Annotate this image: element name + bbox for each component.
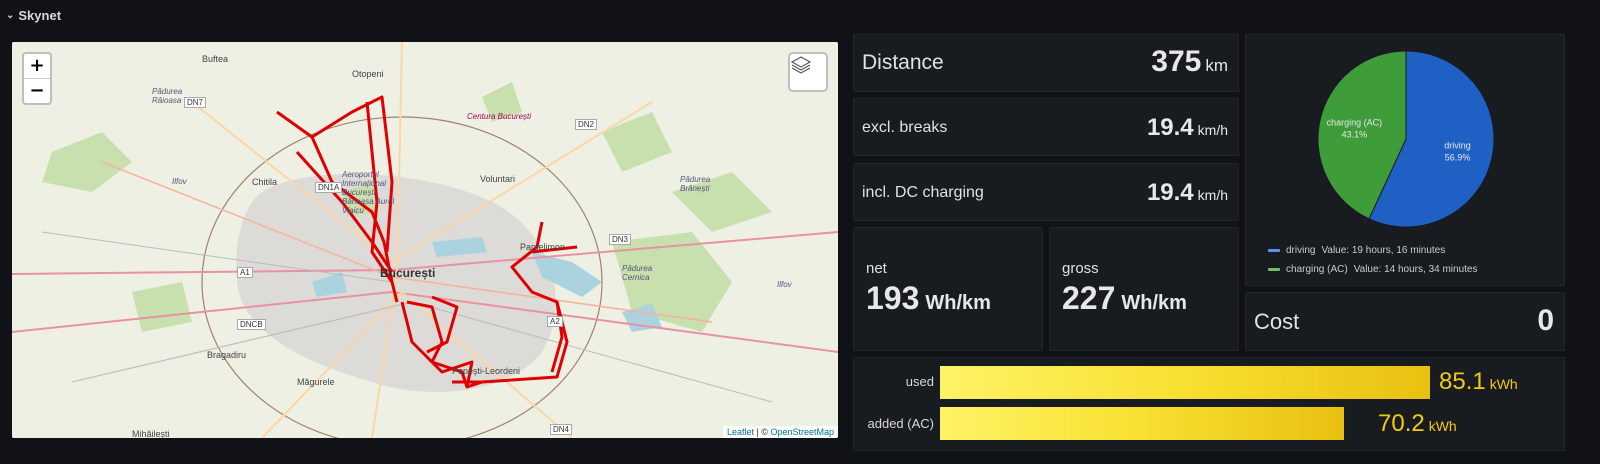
map-label-bucuresti: București bbox=[380, 266, 436, 280]
incl-dc-unit: km/h bbox=[1197, 187, 1228, 203]
road-a2: A2 bbox=[547, 316, 563, 327]
layers-icon bbox=[790, 56, 812, 74]
legend-swatch-charging bbox=[1268, 268, 1280, 271]
map-label-padurea-cernica: Pădurea Cernica bbox=[622, 264, 653, 282]
incl-dc-label: incl. DC charging bbox=[862, 184, 984, 201]
gross-value: 227 Wh/km bbox=[1062, 280, 1187, 316]
map-label-ilfov: Ilfov bbox=[172, 177, 187, 186]
pie-label-percent: 43.1% bbox=[1342, 130, 1368, 140]
legend-name-charging: charging (AC) bbox=[1286, 264, 1348, 275]
map-label-voluntari: Voluntari bbox=[480, 174, 516, 184]
pie-panel: driving 56.9% charging (AC) 43.1% driving V… bbox=[1245, 34, 1565, 286]
bar-unit-added: kWh bbox=[1428, 418, 1457, 434]
road-dn7: DN7 bbox=[184, 97, 207, 108]
map-label-otopeni: Otopeni bbox=[352, 69, 384, 79]
layers-button[interactable] bbox=[788, 52, 828, 92]
map-label-magurele: Măgurele bbox=[297, 377, 335, 387]
cost-label: Cost bbox=[1254, 309, 1300, 334]
row-title: Skynet bbox=[18, 7, 62, 23]
map-label-mihailesti: Mihăilești bbox=[132, 429, 170, 438]
chevron-down-icon: ⌄ bbox=[6, 9, 15, 21]
pie-chart[interactable]: driving 56.9% charging (AC) 43.1% bbox=[1246, 35, 1566, 235]
net-label: net bbox=[866, 260, 887, 277]
map-label-aeroport: Aeroportul Internațional București-Bănea… bbox=[342, 170, 395, 215]
road-dn4: DN4 bbox=[550, 424, 573, 435]
excl-breaks-unit: km/h bbox=[1197, 122, 1228, 138]
distance-value: 375 km bbox=[1151, 45, 1228, 78]
road-dn2: DN2 bbox=[575, 119, 598, 130]
distance-panel: Distance 375 km bbox=[853, 34, 1239, 92]
map-label-centura: Centura București bbox=[467, 112, 532, 121]
pie-legend-item-driving[interactable]: driving Value: 19 hours, 16 minutes bbox=[1268, 245, 1445, 256]
net-value: 193 Wh/km bbox=[866, 280, 991, 316]
incl-dc-value: 19.4 km/h bbox=[1146, 179, 1228, 206]
net-unit: Wh/km bbox=[925, 292, 991, 314]
leaflet-link[interactable]: Leaflet bbox=[727, 427, 754, 437]
map-label-ilfov-east: Ilfov bbox=[777, 280, 792, 289]
map-label-chitila: Chitila bbox=[252, 177, 278, 187]
excl-breaks-label: excl. breaks bbox=[862, 119, 948, 136]
legend-value-charging: Value: 14 hours, 34 minutes bbox=[1353, 264, 1478, 275]
gross-label: gross bbox=[1062, 260, 1099, 277]
gross-unit: Wh/km bbox=[1121, 292, 1187, 314]
incl-dc-panel: incl. DC charging 19.4 km/h bbox=[853, 163, 1239, 221]
map-panel[interactable]: Buftea Otopeni Pădurea Râioasa Chitila A… bbox=[12, 42, 838, 438]
map-canvas[interactable] bbox=[12, 42, 838, 438]
map-label-buftea: Buftea bbox=[202, 54, 229, 64]
net-panel: net 193 Wh/km bbox=[853, 227, 1043, 351]
road-dn3: DN3 bbox=[609, 234, 632, 245]
bar-used bbox=[940, 366, 1430, 399]
map-label-bragadiru: Bragadiru bbox=[207, 350, 247, 360]
map-label-berceni: Popești-Leordeni bbox=[452, 366, 521, 376]
bar-value-used: 85.1 kWh bbox=[1439, 368, 1518, 395]
map-label-padurea-branesti: Pădurea Brănești bbox=[680, 175, 711, 193]
bar-added bbox=[940, 407, 1345, 440]
road-dn1a: DN1A bbox=[315, 182, 343, 193]
map-label-pantelimon: Pantelimon bbox=[520, 242, 566, 252]
distance-label: Distance bbox=[862, 51, 944, 74]
legend-swatch-driving bbox=[1268, 249, 1280, 252]
pie-label-percent: 56.9% bbox=[1445, 152, 1471, 162]
pie-label-name: charging (AC) bbox=[1327, 118, 1383, 128]
zoom-control: + − bbox=[22, 52, 52, 105]
bar-label-added: added (AC) bbox=[867, 416, 934, 431]
row-collapse-toggle[interactable]: ⌄ Skynet bbox=[6, 6, 61, 24]
legend-value-driving: Value: 19 hours, 16 minutes bbox=[1321, 245, 1446, 256]
road-a1: A1 bbox=[237, 267, 253, 278]
bar-unit-used: kWh bbox=[1489, 376, 1518, 392]
cost-panel: Cost 0 bbox=[1245, 292, 1565, 351]
gross-panel: gross 227 Wh/km bbox=[1049, 227, 1239, 351]
osm-link[interactable]: OpenStreetMap bbox=[770, 427, 834, 437]
attribution-separator: | © bbox=[753, 427, 771, 437]
bar-value-added: 70.2 kWh bbox=[1378, 410, 1457, 437]
bar-label-used: used bbox=[905, 374, 934, 389]
pie-legend-item-charging[interactable]: charging (AC) Value: 14 hours, 34 minute… bbox=[1268, 264, 1477, 275]
excl-breaks-value: 19.4 km/h bbox=[1146, 114, 1228, 141]
zoom-in-button[interactable]: + bbox=[24, 54, 50, 78]
map-attribution: Leaflet | © OpenStreetMap bbox=[722, 426, 838, 438]
energy-panel: used 85.1 kWh added (AC) 70.2 kWh bbox=[853, 357, 1565, 451]
legend-name-driving: driving bbox=[1286, 245, 1316, 256]
zoom-out-button[interactable]: − bbox=[24, 78, 50, 103]
excl-breaks-panel: excl. breaks 19.4 km/h bbox=[853, 98, 1239, 156]
road-dncb: DNCB bbox=[237, 319, 266, 330]
distance-unit: km bbox=[1205, 56, 1228, 75]
cost-value: 0 bbox=[1537, 304, 1554, 337]
pie-label-name: driving bbox=[1444, 140, 1471, 150]
